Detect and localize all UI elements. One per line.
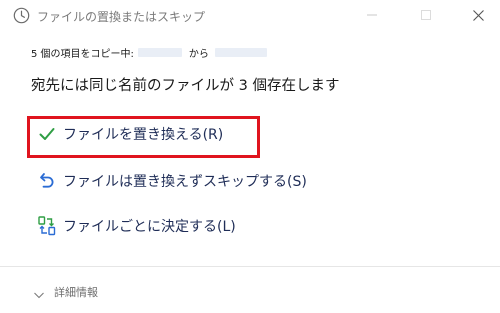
skip-files-option[interactable]: ファイルは置き換えずスキップする(S) <box>37 168 307 194</box>
copy-status-prefix: 5 個の項目をコピー中: <box>31 49 134 60</box>
copy-status-connector: から <box>188 49 209 60</box>
title-bar: ファイルの置換またはスキップ <box>0 0 500 32</box>
minimize-button[interactable] <box>350 0 394 30</box>
more-details-toggle[interactable]: 詳細情報 <box>33 284 98 300</box>
undo-arrow-icon <box>37 171 57 191</box>
decide-each-file-label: ファイルごとに決定する(L) <box>63 219 236 235</box>
maximize-icon <box>421 10 431 20</box>
close-icon <box>472 9 484 21</box>
compare-files-icon <box>37 216 57 236</box>
close-button[interactable] <box>456 0 500 30</box>
highlight-box <box>27 116 260 158</box>
minimize-icon <box>367 10 377 20</box>
maximize-button[interactable] <box>404 0 448 30</box>
window-title: ファイルの置換またはスキップ <box>37 10 206 24</box>
destination-folder-link[interactable] <box>214 48 267 57</box>
copy-status-line: 5 個の項目をコピー中: から <box>31 45 267 60</box>
conflict-headline: 宛先には同じ名前のファイルが 3 個存在します <box>31 78 340 94</box>
skip-files-label: ファイルは置き換えずスキップする(S) <box>63 174 307 190</box>
source-folder-link[interactable] <box>137 48 182 57</box>
decide-each-file-option[interactable]: ファイルごとに決定する(L) <box>37 213 236 239</box>
divider <box>0 266 500 267</box>
chevron-down-icon <box>33 286 45 299</box>
clock-icon <box>13 7 30 24</box>
more-details-label: 詳細情報 <box>54 286 98 299</box>
